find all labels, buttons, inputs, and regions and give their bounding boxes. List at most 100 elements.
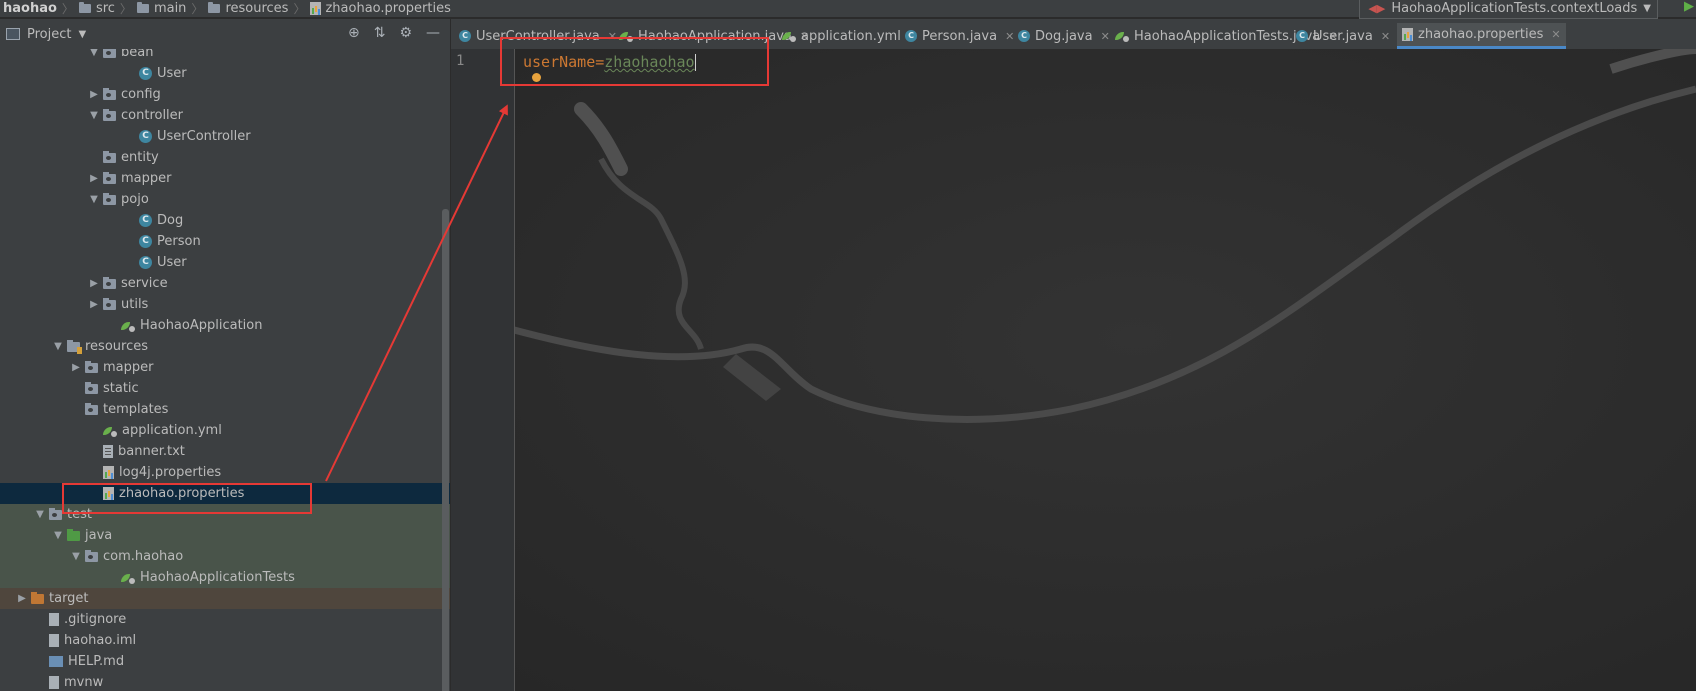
- package-folder-icon: [103, 108, 116, 121]
- collapse-all-icon[interactable]: ⇅: [374, 25, 386, 41]
- resources-folder-icon: [67, 339, 82, 354]
- run-icon[interactable]: ▶: [1684, 0, 1694, 14]
- collapsed-arrow-icon[interactable]: ▶: [88, 278, 100, 289]
- package-folder-icon: [85, 360, 98, 373]
- tree-item-label: target: [49, 591, 89, 606]
- java-class-icon: C: [139, 235, 152, 248]
- tree-item-label: config: [121, 87, 161, 102]
- spring-boot-icon: [121, 320, 135, 332]
- properties-file-icon: [1402, 28, 1413, 41]
- collapsed-arrow-icon[interactable]: ▶: [88, 89, 100, 100]
- breadcrumb-resources[interactable]: resources: [205, 0, 291, 17]
- tree-item-label: User: [157, 255, 187, 270]
- tree-item-label: banner.txt: [118, 444, 185, 459]
- tree-item-zhaohao-properties[interactable]: zhaohao.properties: [0, 483, 450, 504]
- tree-item-config[interactable]: ▶ config: [0, 84, 450, 105]
- collapsed-arrow-icon[interactable]: ▶: [88, 173, 100, 184]
- tree-item-haohao-iml[interactable]: haohao.iml: [0, 630, 450, 651]
- tree-item-person[interactable]: C Person: [0, 231, 450, 252]
- tree-scrollbar[interactable]: [442, 209, 449, 691]
- java-class-icon: C: [905, 30, 917, 42]
- expanded-arrow-icon[interactable]: ▼: [88, 110, 100, 121]
- tree-item-resources[interactable]: ▼ resources: [0, 336, 450, 357]
- tree-item-entity[interactable]: entity: [0, 147, 450, 168]
- tree-item-haohaoapplication[interactable]: HaohaoApplication: [0, 315, 450, 336]
- expanded-arrow-icon[interactable]: ▼: [52, 530, 64, 541]
- tree-item-templates[interactable]: templates: [0, 399, 450, 420]
- tree-item-static[interactable]: static: [0, 378, 450, 399]
- collapsed-arrow-icon[interactable]: ▶: [16, 593, 28, 604]
- tree-item-target[interactable]: ▶ target: [0, 588, 450, 609]
- tree-item-mapper[interactable]: ▶ mapper: [0, 357, 450, 378]
- tree-item-label: User: [157, 66, 187, 81]
- close-icon[interactable]: ✕: [1551, 28, 1560, 41]
- text-file-icon: [103, 445, 113, 458]
- code-editor[interactable]: 1 userName=zhaohaohao: [451, 49, 1696, 691]
- breadcrumb-file[interactable]: zhaohao.properties: [307, 0, 453, 17]
- close-icon[interactable]: ✕: [1381, 30, 1390, 43]
- tree-item-banner-txt[interactable]: banner.txt: [0, 441, 450, 462]
- breadcrumb-src[interactable]: src: [76, 0, 118, 17]
- collapsed-arrow-icon[interactable]: ▶: [88, 299, 100, 310]
- tree-item-label: Dog: [157, 213, 184, 228]
- tree-item-bean[interactable]: ▼ bean: [0, 49, 450, 63]
- run-config-label: HaohaoApplicationTests.contextLoads: [1391, 1, 1638, 16]
- spring-boot-icon: [782, 30, 796, 42]
- gear-icon[interactable]: ⚙: [399, 25, 412, 41]
- package-folder-icon: [103, 192, 116, 205]
- tree-item-service[interactable]: ▶ service: [0, 273, 450, 294]
- collapsed-arrow-icon[interactable]: ▶: [70, 362, 82, 373]
- tree-item-log4j-properties[interactable]: log4j.properties: [0, 462, 450, 483]
- expanded-arrow-icon[interactable]: ▼: [52, 341, 64, 352]
- expanded-arrow-icon[interactable]: ▼: [34, 509, 46, 520]
- project-view-selector[interactable]: Project ▼: [6, 27, 86, 42]
- tree-item-controller[interactable]: ▼ controller: [0, 105, 450, 126]
- breadcrumb-main[interactable]: main: [134, 0, 189, 17]
- tab-label: User.java: [1313, 28, 1373, 44]
- run-config-dropdown[interactable]: ◀▶ HaohaoApplicationTests.contextLoads ▼: [1359, 0, 1658, 19]
- tree-item-dog[interactable]: C Dog: [0, 210, 450, 231]
- tree-item-mvnw[interactable]: mvnw: [0, 672, 450, 691]
- spring-boot-icon: [619, 30, 633, 42]
- tree-item-user[interactable]: C User: [0, 63, 450, 84]
- tab-user-java[interactable]: C User.java ✕: [1291, 23, 1395, 49]
- tree-item-haohaoapplicationtests[interactable]: HaohaoApplicationTests: [0, 567, 450, 588]
- tree-item--gitignore[interactable]: .gitignore: [0, 609, 450, 630]
- tab-usercontroller-java[interactable]: C UserController.java ✕: [454, 23, 622, 49]
- tree-item-mapper[interactable]: ▶ mapper: [0, 168, 450, 189]
- source-folder-icon: [67, 528, 80, 541]
- java-class-icon: C: [139, 214, 152, 227]
- tree-item-application-yml[interactable]: application.yml: [0, 420, 450, 441]
- tree-item-java[interactable]: ▼ java: [0, 525, 450, 546]
- tree-item-usercontroller[interactable]: C UserController: [0, 126, 450, 147]
- tab-dog-java[interactable]: C Dog.java ✕: [1013, 23, 1115, 49]
- intention-bulb-icon[interactable]: [532, 73, 541, 82]
- chevron-right-icon: 〉: [191, 2, 204, 16]
- chevron-right-icon: 〉: [119, 2, 132, 16]
- properties-file-icon: [103, 466, 114, 479]
- tree-item-label: HaohaoApplication: [140, 318, 263, 333]
- properties-file-icon: [103, 487, 114, 500]
- tab-person-java[interactable]: C Person.java ✕: [900, 23, 1019, 49]
- expanded-arrow-icon[interactable]: ▼: [88, 194, 100, 205]
- spring-test-icon: [121, 572, 135, 584]
- expanded-arrow-icon[interactable]: ▼: [70, 551, 82, 562]
- code-line[interactable]: userName=zhaohaohao: [523, 53, 696, 71]
- tree-item-user[interactable]: C User: [0, 252, 450, 273]
- java-class-icon: C: [139, 256, 152, 269]
- tree-item-test[interactable]: ▼ test: [0, 504, 450, 525]
- tree-item-label: .gitignore: [64, 612, 127, 627]
- expanded-arrow-icon[interactable]: ▼: [88, 49, 100, 58]
- package-folder-icon: [49, 507, 62, 520]
- minimize-icon[interactable]: —: [426, 25, 440, 41]
- close-icon[interactable]: ✕: [1101, 30, 1110, 43]
- tab-zhaohao-properties[interactable]: zhaohao.properties ✕: [1397, 23, 1566, 49]
- tree-item-pojo[interactable]: ▼ pojo: [0, 189, 450, 210]
- breadcrumb-project[interactable]: haohao: [0, 0, 60, 17]
- tree-item-help-md[interactable]: HELP.md: [0, 651, 450, 672]
- tree-item-label: java: [85, 528, 113, 543]
- tree-item-com-haohao[interactable]: ▼ com.haohao: [0, 546, 450, 567]
- locate-target-icon[interactable]: ⊕: [348, 25, 360, 41]
- markdown-file-icon: [49, 656, 63, 667]
- tree-item-utils[interactable]: ▶ utils: [0, 294, 450, 315]
